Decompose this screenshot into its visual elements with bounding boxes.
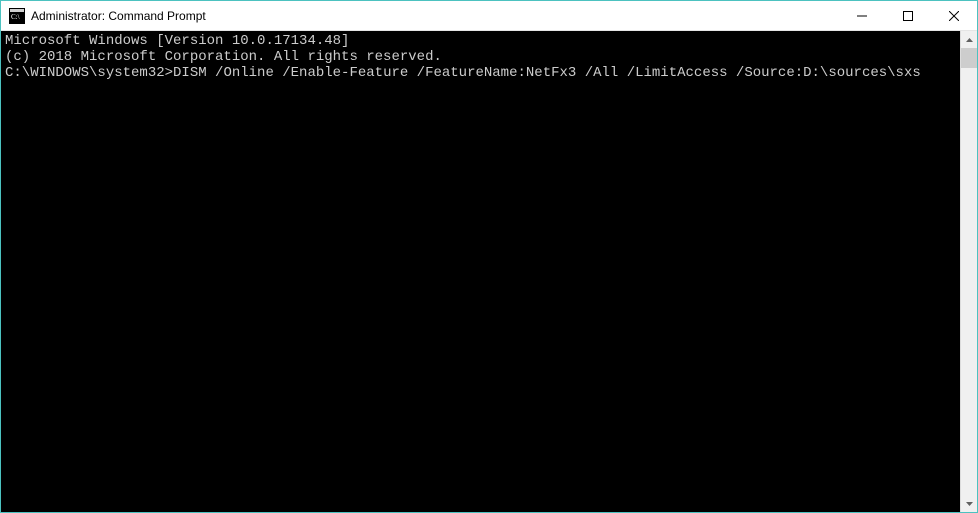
terminal-line: Microsoft Windows [Version 10.0.17134.48… — [5, 33, 956, 49]
command-text: DISM /Online /Enable-Feature /FeatureNam… — [173, 65, 921, 81]
minimize-button[interactable] — [839, 1, 885, 30]
titlebar[interactable]: C:\ Administrator: Command Prompt — [1, 1, 977, 31]
scroll-thumb[interactable] — [961, 48, 977, 68]
vertical-scrollbar[interactable] — [960, 31, 977, 512]
close-button[interactable] — [931, 1, 977, 30]
terminal-line: (c) 2018 Microsoft Corporation. All righ… — [5, 49, 956, 65]
terminal-prompt-line: C:\WINDOWS\system32>DISM /Online /Enable… — [5, 65, 956, 81]
scroll-down-button[interactable] — [961, 495, 977, 512]
window-controls — [839, 1, 977, 30]
terminal-output[interactable]: Microsoft Windows [Version 10.0.17134.48… — [1, 31, 960, 512]
scroll-up-button[interactable] — [961, 31, 977, 48]
scroll-track[interactable] — [961, 48, 977, 495]
terminal-area: Microsoft Windows [Version 10.0.17134.48… — [1, 31, 977, 512]
maximize-button[interactable] — [885, 1, 931, 30]
cmd-icon: C:\ — [9, 8, 25, 24]
svg-text:C:\: C:\ — [11, 13, 20, 21]
prompt-text: C:\WINDOWS\system32> — [5, 65, 173, 81]
window-title: Administrator: Command Prompt — [31, 9, 206, 23]
